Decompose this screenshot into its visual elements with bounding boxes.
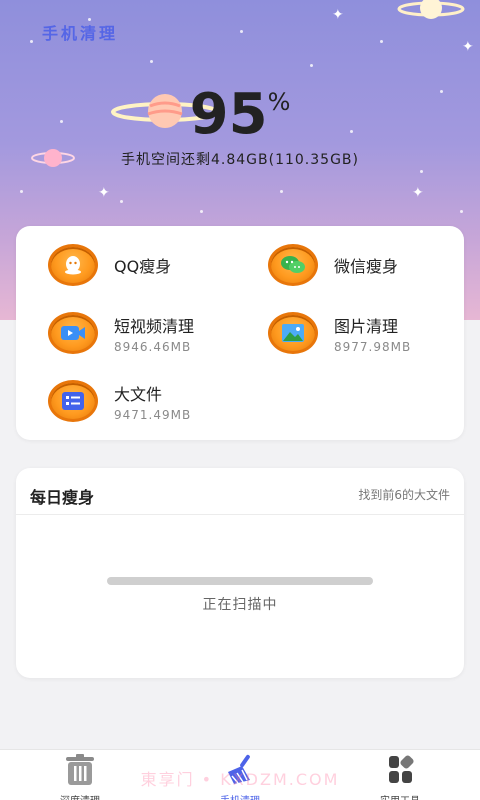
tool-label: 大文件: [114, 384, 163, 404]
tab-label: 深度清理: [30, 792, 130, 800]
tab-deep-clean[interactable]: 深度清理: [30, 754, 130, 800]
tool-label: QQ瘦身: [114, 257, 172, 276]
image-icon: [268, 312, 318, 354]
app-title: 手机清理: [42, 24, 119, 43]
tab-label: 实用工具: [350, 792, 450, 800]
storage-percent: 95%: [0, 82, 480, 147]
divider: [16, 514, 464, 515]
tool-size: 9471.49MB: [114, 407, 192, 422]
sparkle-icon: ✦: [332, 7, 344, 23]
sparkle-icon: ✦: [462, 39, 474, 55]
star-decoration: [200, 210, 203, 213]
tool-label: 短视频清理: [114, 316, 195, 336]
qq-icon: [48, 244, 98, 286]
star-decoration: [30, 40, 33, 43]
tool-label: 微信瘦身: [334, 257, 399, 276]
star-decoration: [420, 170, 423, 173]
star-decoration: [150, 60, 153, 63]
tool-size: 8977.98MB: [334, 339, 412, 354]
star-decoration: [240, 30, 243, 33]
bottom-tab-bar: 深度清理 手机清理 实用工具: [0, 749, 480, 800]
file-list-icon: [48, 380, 98, 422]
qq-slim-item[interactable]: QQ瘦身: [48, 244, 171, 286]
percent-value: 95: [189, 82, 268, 147]
daily-slim-card: 每日瘦身 找到前6的大文件 正在扫描中: [16, 468, 464, 678]
tab-utility-tools[interactable]: 实用工具: [350, 754, 450, 800]
broom-icon: [228, 754, 250, 784]
tool-label: 图片清理: [334, 316, 399, 336]
star-decoration: [380, 40, 383, 43]
star-decoration: [280, 190, 283, 193]
daily-slim-title: 每日瘦身: [30, 488, 95, 507]
star-decoration: [120, 200, 123, 203]
sparkle-icon: ✦: [98, 185, 110, 201]
image-cleanup-item[interactable]: 图片清理 8977.98MB: [268, 312, 411, 354]
cleanup-tools-card: QQ瘦身 微信瘦身 短视频清理 8946.46MB 图片清理 8977.98MB: [16, 226, 464, 440]
tab-label: 手机清理: [190, 792, 290, 800]
star-decoration: [20, 190, 23, 193]
star-decoration: [310, 64, 313, 67]
storage-remaining-text: 手机空间还剩4.84GB(110.35GB): [121, 152, 359, 168]
sparkle-icon: ✦: [412, 185, 424, 201]
grid-tools-icon: [389, 755, 414, 783]
star-decoration: [460, 210, 463, 213]
large-file-item[interactable]: 大文件 9471.49MB: [48, 380, 191, 422]
trash-can-icon: [66, 754, 94, 785]
wechat-icon: [268, 244, 318, 286]
video-icon: [48, 312, 98, 354]
tab-phone-clean[interactable]: 手机清理: [190, 754, 290, 800]
tool-size: 8946.46MB: [114, 339, 192, 354]
short-video-cleanup-item[interactable]: 短视频清理 8946.46MB: [48, 312, 194, 354]
scan-progress-bar: [107, 577, 373, 585]
percent-sign: %: [267, 88, 291, 116]
wechat-slim-item[interactable]: 微信瘦身: [268, 244, 398, 286]
scan-status-text: 正在扫描中: [202, 597, 278, 613]
daily-slim-hint: 找到前6的大文件: [358, 488, 450, 502]
planet-corner-icon: [397, 0, 465, 19]
